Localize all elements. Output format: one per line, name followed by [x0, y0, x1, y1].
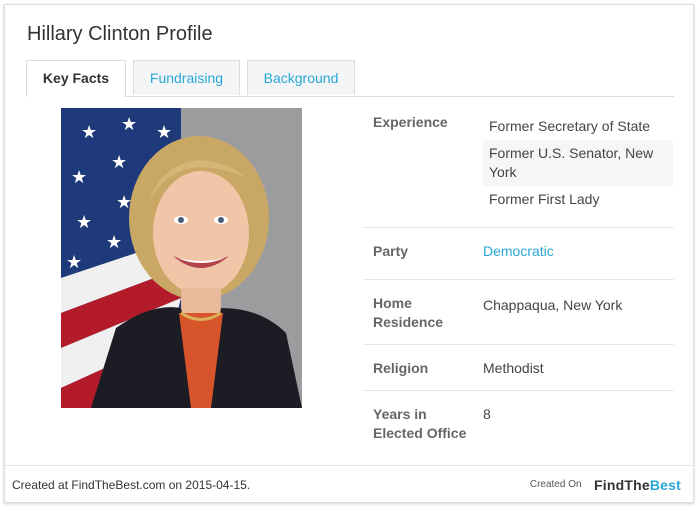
profile-card: Hillary Clinton Profile Key Facts Fundra…	[4, 4, 694, 503]
tab-fundraising[interactable]: Fundraising	[133, 60, 240, 95]
fact-row-years-in-office: Years in Elected Office 8	[363, 391, 674, 456]
fact-value: 8	[483, 406, 491, 422]
page-title: Hillary Clinton Profile	[27, 23, 213, 45]
experience-list: Former Secretary of State Former U.S. Se…	[483, 113, 673, 213]
tab-background[interactable]: Background	[247, 60, 355, 95]
footer-branding: Created On FindTheBest	[529, 476, 681, 493]
fact-row-experience: Experience Former Secretary of State For…	[363, 103, 674, 228]
svg-text:★: ★	[106, 232, 122, 253]
fact-label: Years in Elected Office	[373, 406, 467, 441]
brand-part-1: FindThe	[594, 476, 650, 493]
fact-value: Methodist	[483, 360, 544, 376]
svg-text:★: ★	[76, 212, 92, 233]
tab-key-facts[interactable]: Key Facts	[26, 60, 126, 97]
fact-row-party: Party Democratic	[363, 228, 674, 280]
fact-row-home-residence: Home Residence Chappaqua, New York	[363, 280, 674, 345]
party-link[interactable]: Democratic	[483, 242, 669, 261]
footer: Created at FindTheBest.com on 2015-04-15…	[5, 465, 693, 502]
key-facts-list: Experience Former Secretary of State For…	[363, 103, 674, 456]
fact-label: Religion	[373, 360, 429, 376]
fact-label: Party	[373, 243, 409, 259]
svg-text:★: ★	[71, 167, 87, 188]
svg-text:★: ★	[81, 122, 97, 143]
fact-value: Chappaqua, New York	[483, 297, 623, 313]
created-at-text: Created at FindTheBest.com on 2015-04-15…	[12, 478, 251, 492]
profile-photo: ★ ★ ★ ★ ★ ★ ★ ★ ★	[61, 108, 302, 408]
fact-label: Home Residence	[373, 295, 444, 330]
fact-label: Experience	[373, 114, 448, 130]
experience-item: Former U.S. Senator, New York	[483, 140, 673, 186]
svg-text:★: ★	[66, 252, 82, 273]
tab-bar: Key Facts Fundraising Background	[26, 60, 674, 97]
findthebest-logo[interactable]: FindTheBest	[594, 477, 681, 493]
experience-item: Former First Lady	[489, 191, 600, 207]
experience-item: Former Secretary of State	[489, 118, 651, 134]
created-on-label: Created On	[529, 479, 582, 491]
svg-text:★: ★	[121, 114, 137, 135]
svg-text:★: ★	[156, 122, 172, 143]
fact-row-religion: Religion Methodist	[363, 345, 674, 391]
portrait-image: ★ ★ ★ ★ ★ ★ ★ ★ ★	[61, 108, 302, 408]
brand-part-2: Best	[649, 476, 681, 493]
svg-text:★: ★	[111, 152, 127, 173]
